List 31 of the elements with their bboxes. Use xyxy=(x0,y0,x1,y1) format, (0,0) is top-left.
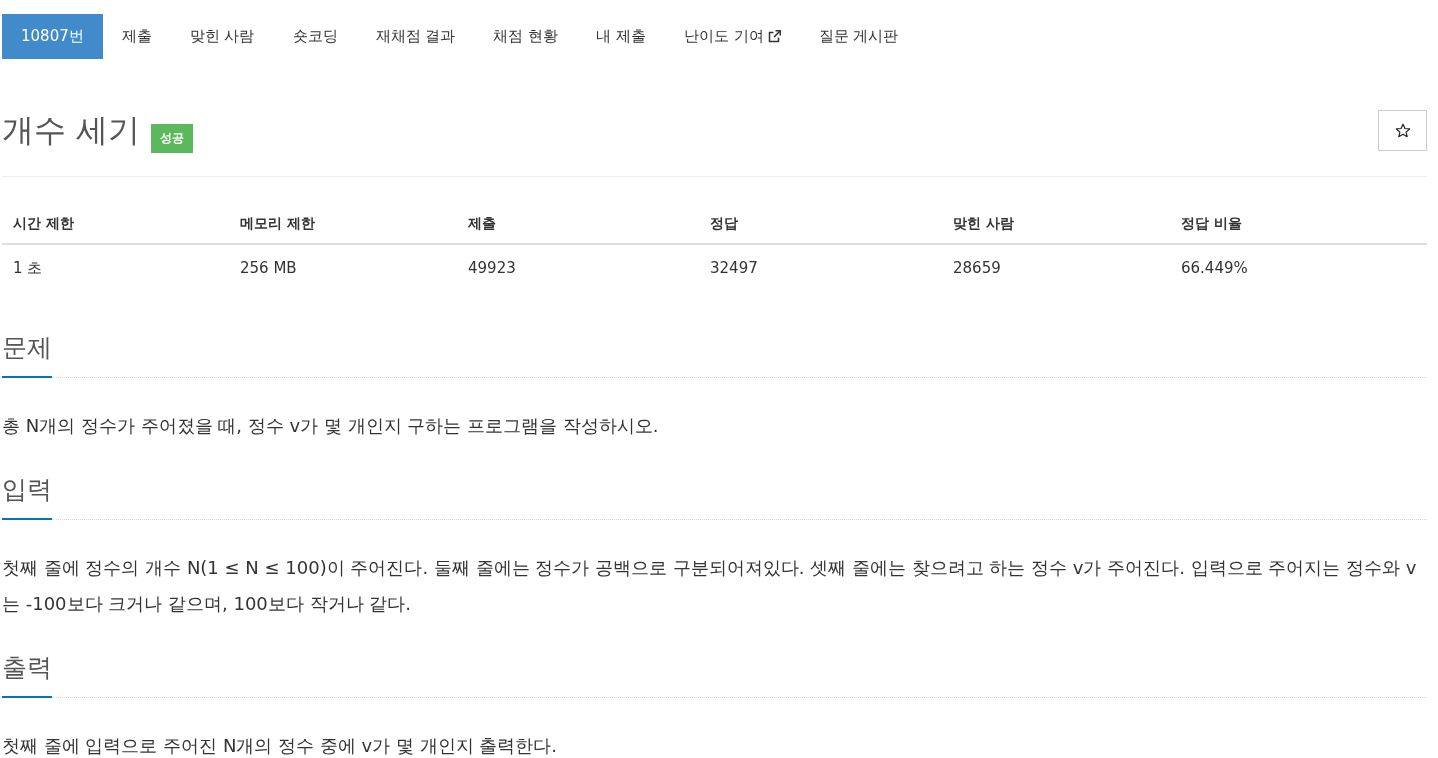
nav-tab[interactable]: 맞힌 사람 xyxy=(170,14,274,59)
star-icon xyxy=(1394,122,1411,139)
table-cell: 256 MB xyxy=(229,244,457,286)
status-badge: 성공 xyxy=(151,124,194,153)
nav-tab[interactable]: 난이도 기여 xyxy=(664,14,800,59)
nav-tab[interactable]: 재채점 결과 xyxy=(356,14,475,59)
section-heading: 출력 xyxy=(2,650,52,698)
nav-tab[interactable]: 숏코딩 xyxy=(273,14,357,59)
column-header: 정답 xyxy=(699,203,942,244)
column-header: 제출 xyxy=(457,203,699,244)
nav-tab[interactable]: 제출 xyxy=(102,14,171,59)
table-cell: 66.449% xyxy=(1170,244,1427,286)
section-heading: 문제 xyxy=(2,330,52,378)
table-cell: 32497 xyxy=(699,244,942,286)
problem-text: 첫째 줄에 정수의 개수 N(1 ≤ N ≤ 100)이 주어진다. 둘째 줄에는 정수가 공백으로 구분되어져있다. 셋째 줄에는 찾으려고 하는 정수 v가 주어진다. 입력으로 주어지는 정수와 v는 -100보다 크거나 같으며, 100보다 작거나 같다. xyxy=(2,556,1418,616)
problem-text: 첫째 줄에 입력으로 주어진 N개의 정수 중에 v가 몇 개인지 출력한다. xyxy=(2,734,559,758)
star-button[interactable] xyxy=(1378,110,1427,151)
nav-tab[interactable]: 채점 현황 xyxy=(474,14,578,59)
table-cell: 28659 xyxy=(942,244,1170,286)
nav-tab[interactable]: 내 제출 xyxy=(577,14,665,59)
nav-tab[interactable]: 질문 게시판 xyxy=(799,14,918,59)
table-cell: 49923 xyxy=(457,244,699,286)
problem-text: 총 N개의 정수가 주어졌을 때, 정수 v가 몇 개인지 구하는 프로그램을 작성하시오. xyxy=(2,414,660,438)
column-header: 정답 비율 xyxy=(1170,203,1427,244)
column-header: 맞힌 사람 xyxy=(942,203,1170,244)
problem-title: 개수 세기 xyxy=(2,110,141,150)
nav-tab[interactable]: 10807번 xyxy=(2,14,103,59)
column-header: 시간 제한 xyxy=(2,203,229,244)
table-cell: 1 초 xyxy=(2,244,229,286)
section-heading: 입력 xyxy=(2,472,52,520)
column-header: 메모리 제한 xyxy=(229,203,457,244)
